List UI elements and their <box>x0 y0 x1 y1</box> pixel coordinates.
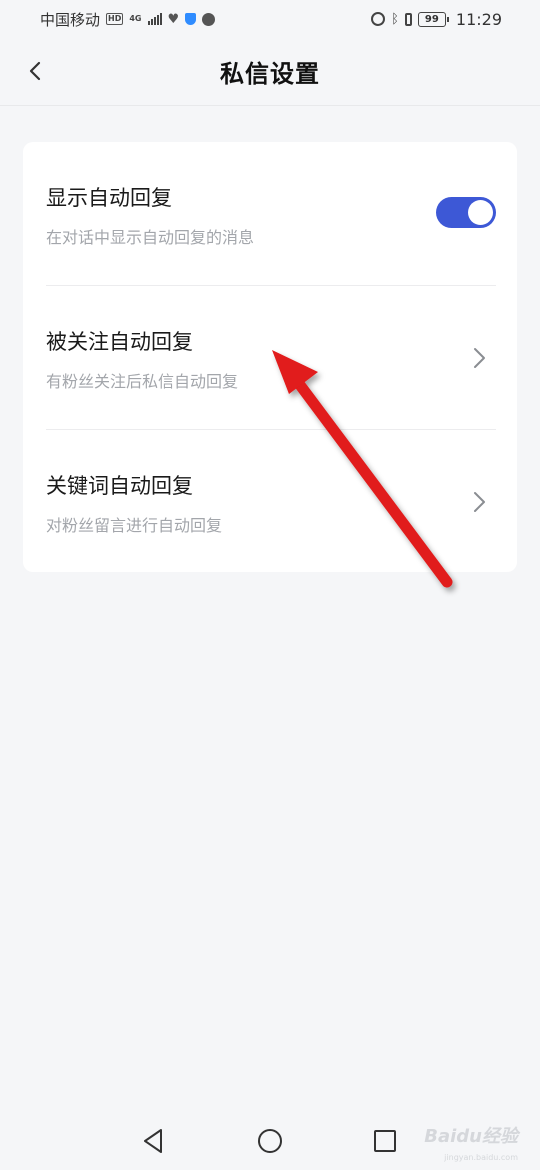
battery-level: 99 <box>424 13 439 25</box>
square-recents-icon[interactable] <box>370 1126 400 1156</box>
chevron-right-icon <box>474 492 485 512</box>
setting-subtitle: 有粉丝关注后私信自动回复 <box>46 372 239 391</box>
setting-subtitle: 在对话中显示自动回复的消息 <box>46 228 255 247</box>
status-right: ᛒ 99 11:29 <box>371 10 502 29</box>
signal-icon <box>147 13 162 25</box>
status-left: 中国移动 HD 4G ♥ <box>40 9 216 30</box>
shield-icon <box>185 13 197 25</box>
setting-title: 显示自动回复 <box>46 186 172 210</box>
bluetooth-icon: ᛒ <box>391 11 399 27</box>
title-bar: 私信设置 <box>0 38 540 106</box>
settings-card: 显示自动回复 在对话中显示自动回复的消息 被关注自动回复 有粉丝关注后私信自动回… <box>23 142 517 572</box>
triangle-back-icon[interactable] <box>139 1126 169 1156</box>
auto-reply-toggle[interactable] <box>436 197 496 228</box>
chevron-right-icon <box>474 348 485 368</box>
setting-title: 被关注自动回复 <box>46 330 193 354</box>
setting-row-keyword-auto-reply[interactable]: 关键词自动回复 对粉丝留言进行自动回复 <box>23 430 517 574</box>
page-title: 私信设置 <box>220 60 320 88</box>
network-type: 4G <box>129 14 142 23</box>
back-button[interactable] <box>20 56 50 86</box>
setting-row-show-auto-reply[interactable]: 显示自动回复 在对话中显示自动回复的消息 <box>23 142 517 286</box>
vibrate-icon <box>404 12 412 26</box>
setting-subtitle: 对粉丝留言进行自动回复 <box>46 516 223 535</box>
toggle-knob <box>468 200 493 225</box>
setting-title: 关键词自动回复 <box>46 474 193 498</box>
chevron-left-icon <box>29 61 41 81</box>
health-icon: ♥ <box>167 11 180 27</box>
watermark-sub: jingyan.baidu.com <box>444 1153 518 1162</box>
alarm-icon <box>371 12 386 26</box>
watermark: Baidu经验 jingyan.baidu.com <box>408 1118 518 1162</box>
status-bar: 中国移动 HD 4G ♥ ᛒ 99 11:29 <box>0 0 540 38</box>
hd-badge: HD <box>106 13 124 25</box>
watermark-text: Baidu经验 <box>424 1126 518 1147</box>
status-time: 11:29 <box>455 9 502 29</box>
setting-row-follow-auto-reply[interactable]: 被关注自动回复 有粉丝关注后私信自动回复 <box>23 286 517 430</box>
circle-home-icon[interactable] <box>255 1126 285 1156</box>
app-notification-icon <box>202 12 216 26</box>
carrier-label: 中国移动 <box>40 10 101 29</box>
battery-icon: 99 <box>417 11 449 27</box>
